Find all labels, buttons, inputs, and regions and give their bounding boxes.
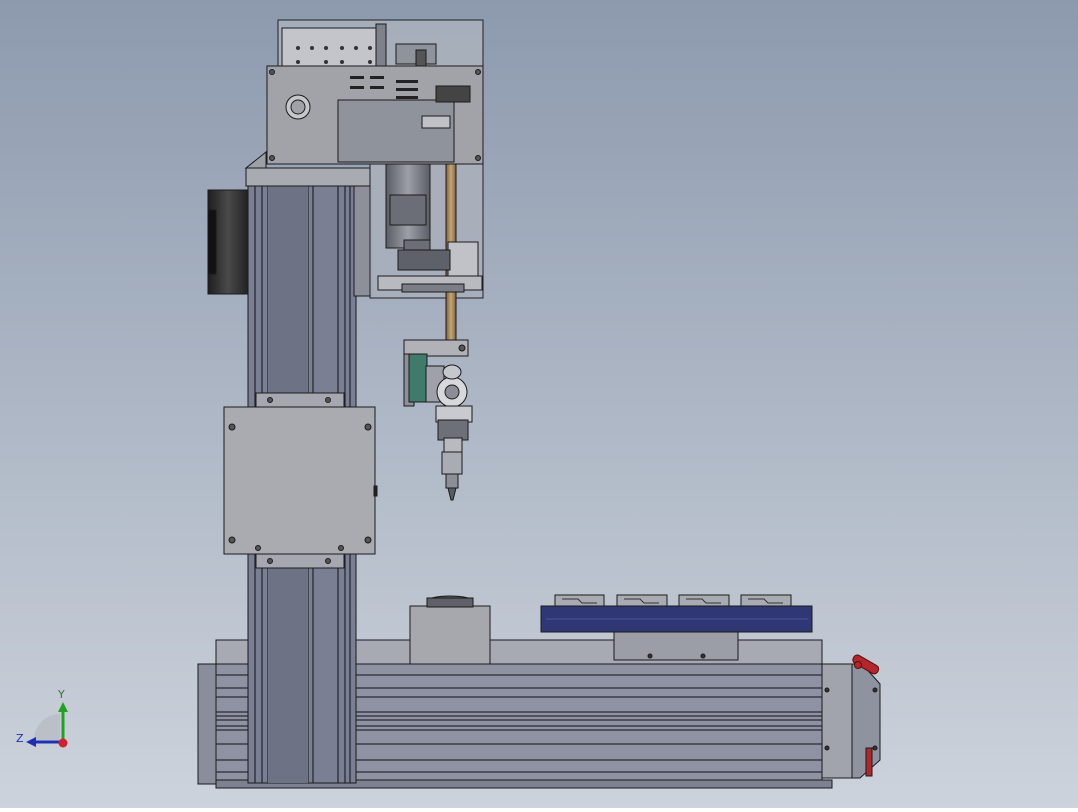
bolt-icon	[824, 745, 830, 751]
bolt-icon	[364, 536, 372, 544]
triad-z-label: Z	[16, 732, 24, 745]
tip-cleaner-block	[409, 595, 491, 665]
triad-x-axis	[58, 738, 68, 748]
column-side-bracket	[353, 185, 373, 297]
cad-viewport[interactable]: Y Z	[0, 0, 1078, 808]
base-red-stop	[865, 747, 873, 777]
cad-scene	[0, 0, 1078, 808]
bolt-icon	[228, 536, 236, 544]
bolt-icon	[824, 687, 830, 693]
carriage-plate	[223, 406, 376, 555]
triad-y-label: Y	[58, 688, 65, 701]
base-right-plate	[821, 663, 853, 779]
bolt-icon	[872, 687, 878, 693]
bolt-icon	[228, 423, 236, 431]
column-top-cap	[245, 167, 371, 187]
bolt-icon	[364, 423, 372, 431]
bolt-icon	[269, 155, 275, 161]
bolt-icon	[269, 69, 275, 75]
tray-carriage	[613, 631, 739, 661]
bolt-icon	[475, 155, 481, 161]
feeder-housing	[337, 99, 455, 163]
iron-barrel	[441, 451, 463, 475]
bolt-icon	[475, 69, 481, 75]
green-actuator	[408, 353, 428, 403]
bolt-icon	[872, 745, 878, 751]
